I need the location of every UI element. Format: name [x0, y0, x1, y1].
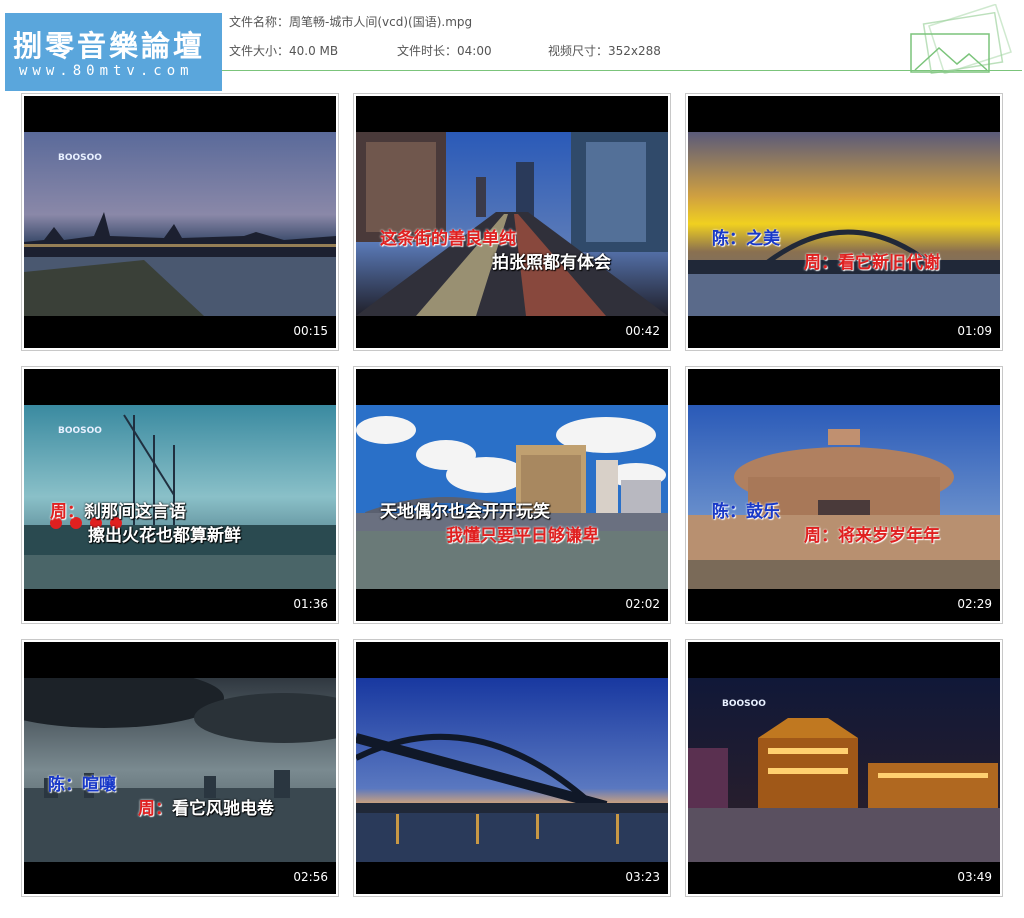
singer-tag: 陈：	[712, 229, 746, 249]
header-divider	[222, 70, 1022, 71]
filesize-value: 40.0 MB	[289, 44, 339, 58]
channel-watermark: BOOSOO	[58, 153, 102, 163]
thumbnail-tile[interactable]: 陈：喧嚷 周：看它风驰电卷 02:56	[21, 639, 339, 897]
thumbnail-tile[interactable]: 陈：之美 周：看它新旧代谢 01:09	[685, 93, 1003, 351]
lyric-line: 擦出火花也都算新鲜	[88, 521, 241, 546]
timestamp-label: 02:02	[625, 597, 660, 611]
filename-value: 周笔畅-城市人间(vcd)(国语).mpg	[289, 15, 473, 29]
lyric-line: 这条街的善良单纯	[380, 224, 516, 249]
lyric-text: 擦出火花也都算新鲜	[88, 526, 241, 546]
singer-tag: 周：	[138, 799, 172, 819]
thumbnail-tile[interactable]: BOOSOO 周：刹那间这言语擦出火花也都算新鲜 01:36	[21, 366, 339, 624]
timestamp-label: 01:36	[293, 597, 328, 611]
video-frame: 陈：喧嚷 周：看它风驰电卷 02:56	[24, 642, 336, 894]
lyric-line: 周：将来岁岁年年	[804, 521, 940, 546]
lyric-line: 周：刹那间这言语	[50, 497, 186, 522]
video-frame: 这条街的善良单纯拍张照都有体会 00:42	[356, 96, 668, 348]
video-still: BOOSOO	[688, 678, 1000, 862]
lyric-text: 鼓乐	[746, 502, 780, 522]
singer-tag: 周：	[50, 502, 84, 522]
thumbnail-tile[interactable]: BOOSOO 00:15	[21, 93, 339, 351]
video-frame: BOOSOO 周：刹那间这言语擦出火花也都算新鲜 01:36	[24, 369, 336, 621]
lyric-line: 天地偶尔也会开开玩笑	[380, 497, 550, 522]
filesize-label: 文件大小：	[229, 44, 290, 58]
video-frame: 天地偶尔也会开开玩笑我懂只要平日够谦卑 02:02	[356, 369, 668, 621]
timestamp-label: 02:29	[957, 597, 992, 611]
singer-tag: 周：	[804, 253, 838, 273]
singer-tag: 周：	[804, 526, 838, 546]
filename-row: 文件名称：周笔畅-城市人间(vcd)(国语).mpg	[229, 13, 472, 30]
lyric-line: 周：看它风驰电卷	[138, 794, 274, 819]
thumbnail-tile[interactable]: BOOSOO 03:49	[685, 639, 1003, 897]
video-still: 天地偶尔也会开开玩笑我懂只要平日够谦卑	[356, 405, 668, 589]
lyric-text: 拍张照都有体会	[492, 253, 611, 273]
video-still: BOOSOO	[24, 132, 336, 316]
lyric-text: 天地偶尔也会开开玩笑	[380, 502, 550, 522]
filename-label: 文件名称：	[229, 15, 290, 29]
video-frame: BOOSOO 03:49	[688, 642, 1000, 894]
video-frame: 03:23	[356, 642, 668, 894]
resolution-label: 视频尺寸：	[548, 44, 609, 58]
duration-value: 04:00	[457, 44, 492, 58]
lyric-line: 陈：喧嚷	[48, 770, 116, 795]
timestamp-label: 03:23	[625, 870, 660, 884]
resolution-value: 352x288	[608, 44, 661, 58]
photo-frame-icon	[910, 4, 1012, 74]
site-logo: 捌零音樂論壇 www.80mtv.com	[5, 13, 222, 91]
channel-watermark: BOOSOO	[58, 426, 102, 436]
video-still: 陈：喧嚷 周：看它风驰电卷	[24, 678, 336, 862]
lyric-text: 看它新旧代谢	[838, 253, 940, 273]
timestamp-label: 00:15	[293, 324, 328, 338]
singer-tag: 陈：	[712, 502, 746, 522]
video-frame: BOOSOO 00:15	[24, 96, 336, 348]
logo-title: 捌零音樂論壇	[13, 29, 206, 63]
resolution-row: 视频尺寸：352x288	[548, 42, 661, 59]
thumbnail-tile[interactable]: 陈：鼓乐 周：将来岁岁年年 02:29	[685, 366, 1003, 624]
video-still: 这条街的善良单纯拍张照都有体会	[356, 132, 668, 316]
duration-label: 文件时长：	[397, 44, 458, 58]
video-still: 陈：鼓乐 周：将来岁岁年年	[688, 405, 1000, 589]
lyric-text: 看它风驰电卷	[172, 799, 274, 819]
logo-url: www.80mtv.com	[19, 63, 194, 79]
lyric-text: 之美	[746, 229, 780, 249]
video-frame: 陈：鼓乐 周：将来岁岁年年 02:29	[688, 369, 1000, 621]
filesize-row: 文件大小：40.0 MB	[229, 42, 338, 59]
lyric-text: 喧嚷	[82, 775, 116, 795]
thumbnail-tile[interactable]: 天地偶尔也会开开玩笑我懂只要平日够谦卑 02:02	[353, 366, 671, 624]
lyric-line: 周：看它新旧代谢	[804, 248, 940, 273]
timestamp-label: 00:42	[625, 324, 660, 338]
thumbnail-tile[interactable]: 03:23	[353, 639, 671, 897]
video-still	[356, 678, 668, 862]
video-still: BOOSOO 周：刹那间这言语擦出火花也都算新鲜	[24, 405, 336, 589]
lyric-text: 刹那间这言语	[84, 502, 186, 522]
timestamp-label: 03:49	[957, 870, 992, 884]
timestamp-label: 01:09	[957, 324, 992, 338]
video-frame: 陈：之美 周：看它新旧代谢 01:09	[688, 96, 1000, 348]
channel-watermark: BOOSOO	[722, 699, 766, 709]
lyric-text: 将来岁岁年年	[838, 526, 940, 546]
duration-row: 文件时长：04:00	[397, 42, 492, 59]
video-still: 陈：之美 周：看它新旧代谢	[688, 132, 1000, 316]
lyric-text: 这条街的善良单纯	[380, 229, 516, 249]
singer-tag: 陈：	[48, 775, 82, 795]
lyric-line: 陈：之美	[712, 224, 780, 249]
lyric-line: 我懂只要平日够谦卑	[446, 521, 599, 546]
timestamp-label: 02:56	[293, 870, 328, 884]
lyric-text: 我懂只要平日够谦卑	[446, 526, 599, 546]
lyric-line: 拍张照都有体会	[492, 248, 611, 273]
lyric-line: 陈：鼓乐	[712, 497, 780, 522]
thumbnail-tile[interactable]: 这条街的善良单纯拍张照都有体会 00:42	[353, 93, 671, 351]
